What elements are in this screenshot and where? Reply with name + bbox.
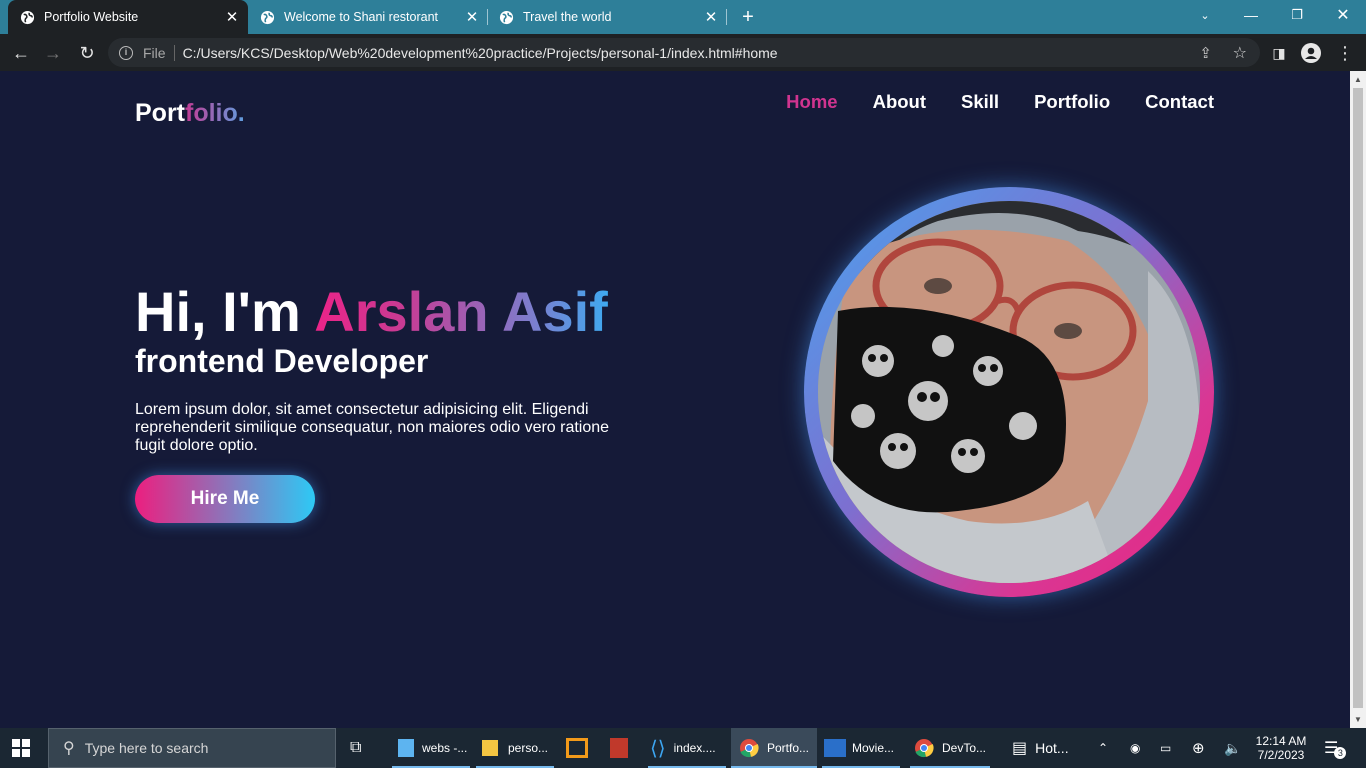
hero-heading: Hi, I'm Arslan Asif [135, 279, 608, 344]
search-icon: ⚲ [63, 740, 75, 757]
taskbar-item-chrome-portfolio[interactable]: Portfo... [731, 728, 817, 768]
nav-portfolio[interactable]: Portfolio [1034, 91, 1110, 113]
close-window-button[interactable]: ✕ [1320, 0, 1366, 30]
hero-greeting: Hi, I'm [135, 280, 315, 343]
site-logo[interactable]: Portfolio. [135, 99, 245, 128]
side-panel-icon[interactable]: ◨ [1266, 40, 1292, 66]
tab-divider [726, 9, 727, 25]
globe-icon [20, 10, 35, 24]
tab-shani-restorant[interactable]: Welcome to Shani restorant ✕ [248, 0, 488, 34]
taskbar-item-vmware[interactable] [566, 728, 594, 768]
page-scrollbar[interactable]: ▲ ▼ [1350, 71, 1366, 728]
taskbar-item-label: perso... [508, 741, 549, 755]
vscode-icon: ⟨⟩ [650, 737, 666, 760]
menu-kebab-icon[interactable]: ⋮ [1332, 40, 1358, 66]
taskbar-item-label: Portfo... [767, 741, 810, 755]
meet-now-icon[interactable]: ◉ [1130, 728, 1140, 768]
windows-start-icon[interactable] [12, 728, 38, 768]
battery-icon[interactable]: ▭ [1160, 728, 1171, 768]
minimize-button[interactable]: — [1228, 0, 1274, 30]
taskbar-item-news[interactable]: ▤ Hot... [1010, 728, 1090, 768]
close-tab-icon[interactable]: ✕ [701, 8, 721, 26]
clock[interactable]: 12:14 AM 7/2/2023 [1254, 728, 1308, 768]
hero-role: frontend Developer [135, 343, 429, 379]
network-globe-icon[interactable]: ⊕ [1192, 728, 1205, 768]
taskbar-item-label: Hot... [1035, 740, 1069, 756]
tab-title: Travel the world [523, 10, 612, 24]
address-bar[interactable]: i File C:/Users/KCS/Desktop/Web%20develo… [108, 38, 1260, 67]
taskbar-item-vscode[interactable]: ⟨⟩ index.... [648, 728, 726, 768]
hire-me-button[interactable]: Hire Me [135, 475, 315, 523]
clock-date: 7/2/2023 [1257, 748, 1305, 762]
taskbar-item-personal-folder[interactable]: perso... [476, 728, 554, 768]
folder-icon [482, 740, 498, 756]
close-tab-icon[interactable]: ✕ [222, 8, 242, 26]
profile-avatar-icon[interactable] [1298, 40, 1324, 66]
tab-portfolio-website[interactable]: Portfolio Website ✕ [8, 0, 248, 34]
share-icon[interactable]: ⇪ [1199, 44, 1212, 62]
taskbar-item-webs[interactable]: webs -... [392, 728, 470, 768]
hero-name: Arslan Asif [314, 280, 608, 343]
browser-toolbar: ← → ↻ i File C:/Users/KCS/Desktop/Web%20… [0, 34, 1366, 71]
scrollbar-thumb[interactable] [1353, 88, 1363, 708]
tab-title: Welcome to Shani restorant [284, 10, 439, 24]
tab-travel-the-world[interactable]: Travel the world ✕ [487, 0, 727, 34]
browser-tab-strip: Portfolio Website ✕ Welcome to Shani res… [0, 0, 1366, 34]
profile-photo-ring [804, 187, 1214, 597]
main-nav: Home About Skill Portfolio Contact [786, 91, 1214, 113]
globe-icon [499, 10, 514, 24]
scheme-label: File [143, 44, 166, 61]
close-tab-icon[interactable]: ✕ [462, 8, 482, 26]
movie-icon [824, 739, 846, 757]
profile-photo-illustration [818, 201, 1200, 583]
logo-main: Port [135, 99, 185, 127]
taskbar-item-label: DevTo... [942, 741, 987, 755]
cube-icon [398, 739, 414, 757]
url-text[interactable]: C:/Users/KCS/Desktop/Web%20development%2… [183, 45, 778, 61]
nav-contact[interactable]: Contact [1145, 91, 1214, 113]
tab-search-chevron-icon[interactable]: ⌄ [1182, 0, 1228, 30]
tab-title: Portfolio Website [44, 10, 139, 24]
windows-taskbar: ⚲ Type here to search ⧉ webs -... perso.… [0, 728, 1366, 768]
chrome-icon [915, 739, 934, 758]
task-view-icon[interactable]: ⧉ [350, 728, 372, 768]
taskbar-item-app[interactable] [610, 728, 632, 768]
forward-arrow-icon[interactable]: → [40, 40, 66, 66]
nav-about[interactable]: About [873, 91, 926, 113]
new-tab-button[interactable]: + [733, 0, 763, 34]
back-arrow-icon[interactable]: ← [8, 40, 34, 66]
scroll-down-arrow-icon[interactable]: ▼ [1354, 715, 1362, 724]
taskbar-item-label: index.... [673, 741, 716, 755]
address-divider [173, 44, 175, 61]
chrome-icon [740, 739, 759, 758]
plus-icon: + [742, 5, 754, 28]
nav-skill[interactable]: Skill [961, 91, 999, 113]
clock-time: 12:14 AM [1255, 734, 1307, 748]
show-hidden-icons-chevron-icon[interactable]: ⌃ [1098, 728, 1112, 768]
restore-button[interactable]: ❐ [1274, 0, 1320, 30]
volume-icon[interactable]: 🔈 [1224, 728, 1241, 768]
app-icon [610, 738, 628, 758]
globe-icon [260, 10, 275, 24]
profile-photo [818, 201, 1200, 583]
hero-description: Lorem ipsum dolor, sit amet consectetur … [135, 401, 610, 454]
news-icon: ▤ [1012, 740, 1028, 757]
taskbar-item-label: webs -... [422, 741, 468, 755]
taskbar-item-label: Movie... [852, 741, 895, 755]
taskbar-item-movie[interactable]: Movie... [822, 728, 900, 768]
reload-icon[interactable]: ↻ [74, 40, 100, 66]
scroll-up-arrow-icon[interactable]: ▲ [1354, 75, 1362, 84]
search-placeholder: Type here to search [84, 740, 209, 756]
info-icon[interactable]: i [119, 45, 133, 60]
logo-accent: folio. [185, 99, 245, 127]
notification-count-badge: 3 [1334, 747, 1347, 759]
taskbar-search-input[interactable]: ⚲ Type here to search [48, 728, 336, 768]
bookmark-star-icon[interactable]: ☆ [1233, 43, 1247, 63]
notification-center-icon[interactable]: ☰ 3 [1324, 728, 1347, 768]
taskbar-item-chrome-devtools[interactable]: DevTo... [910, 728, 990, 768]
vmware-icon [566, 738, 588, 758]
nav-home[interactable]: Home [786, 91, 837, 113]
web-page: Portfolio. Home About Skill Portfolio Co… [0, 71, 1350, 728]
